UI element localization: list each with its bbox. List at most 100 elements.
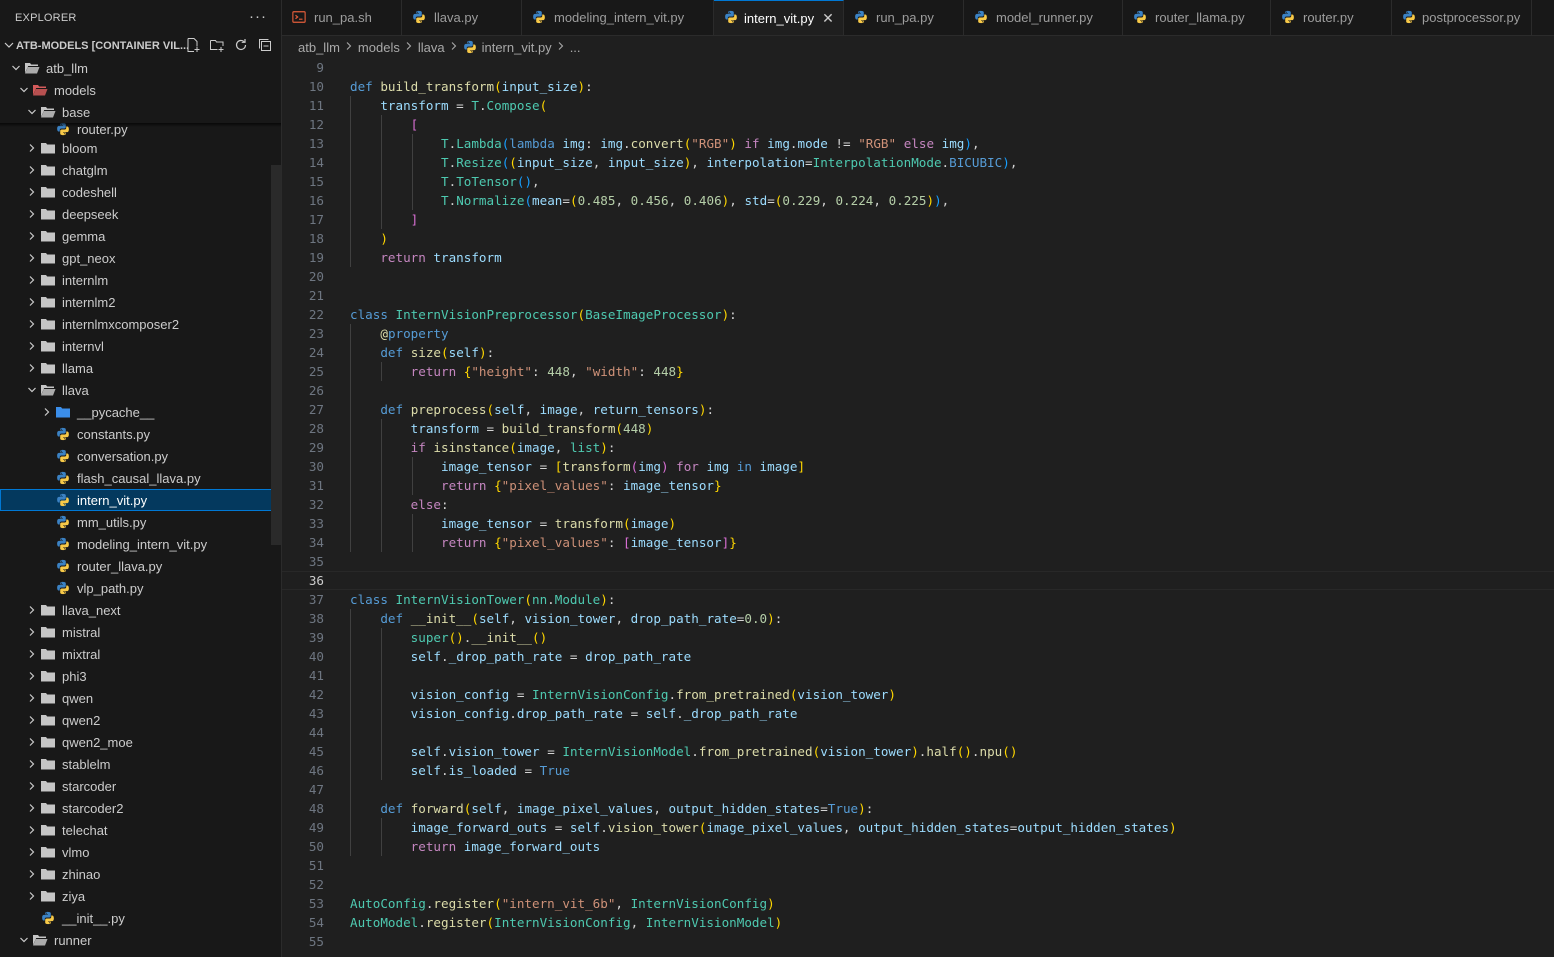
code-line[interactable]: 39 super().__init__() [282,628,1554,647]
folder-item-qwen[interactable]: qwen [0,687,281,709]
code-line[interactable]: 47 [282,780,1554,799]
sidebar-scrollbar[interactable] [271,165,281,545]
tab-run-pa-py[interactable]: run_pa.py [844,0,964,35]
folder-item-internlm2[interactable]: internlm2 [0,291,281,313]
file-item-intern-vit-py[interactable]: intern_vit.py [0,489,281,511]
chevron-down-icon[interactable] [16,932,32,948]
code-line[interactable]: 35 [282,552,1554,571]
chevron-right-icon[interactable] [24,756,40,772]
chevron-right-icon[interactable] [24,272,40,288]
chevron-right-icon[interactable] [24,206,40,222]
file-item-constants-py[interactable]: constants.py [0,423,281,445]
code-line[interactable]: 17 ] [282,210,1554,229]
chevron-right-icon[interactable] [24,602,40,618]
new-file-icon[interactable] [185,37,201,53]
code-line[interactable]: 53 AutoConfig.register("intern_vit_6b", I… [282,894,1554,913]
code-line[interactable]: 18 ) [282,229,1554,248]
tab-intern-vit-py[interactable]: intern_vit.py ✕ [714,0,844,35]
chevron-down-icon[interactable] [16,82,32,98]
code-line[interactable]: 48 def forward(self, image_pixel_values,… [282,799,1554,818]
breadcrumb-item[interactable]: ... [570,40,581,55]
folder-item-starcoder[interactable]: starcoder [0,775,281,797]
chevron-down-icon[interactable] [24,104,40,120]
folder-item-vlmo[interactable]: vlmo [0,841,281,863]
chevron-right-icon[interactable] [24,712,40,728]
breadcrumb-item[interactable]: intern_vit.py [482,40,552,55]
file-item-mm-utils-py[interactable]: mm_utils.py [0,511,281,533]
code-line[interactable]: 26 [282,381,1554,400]
chevron-right-icon[interactable] [24,228,40,244]
code-line[interactable]: 50 return image_forward_outs [282,837,1554,856]
close-icon[interactable]: ✕ [822,10,834,27]
code-line[interactable]: 52 [282,875,1554,894]
folder-item-llava[interactable]: llava [0,379,281,401]
new-folder-icon[interactable] [209,37,225,53]
code-line[interactable]: 55 [282,932,1554,951]
code-line[interactable]: 51 [282,856,1554,875]
folder-item-internvl[interactable]: internvl [0,335,281,357]
code-line[interactable]: 31 return {"pixel_values": image_tensor} [282,476,1554,495]
folder-item-mistral[interactable]: mistral [0,621,281,643]
code-line[interactable]: 30 image_tensor = [transform(img) for im… [282,457,1554,476]
chevron-right-icon[interactable] [24,822,40,838]
code-line[interactable]: 37 class InternVisionTower(nn.Module): [282,590,1554,609]
folder-item-base[interactable]: base [0,101,281,123]
code-line[interactable]: 11 transform = T.Compose( [282,96,1554,115]
code-line[interactable]: 33 image_tensor = transform(image) [282,514,1554,533]
chevron-right-icon[interactable] [24,360,40,376]
chevron-right-icon[interactable] [24,162,40,178]
code-editor[interactable]: 9 10 def build_transform(input_size): 11 tr… [282,58,1554,957]
chevron-right-icon[interactable] [24,690,40,706]
code-line[interactable]: 42 vision_config = InternVisionConfig.fr… [282,685,1554,704]
chevron-right-icon[interactable] [24,888,40,904]
file-item-router-llava-py[interactable]: router_llava.py [0,555,281,577]
folder-item-telechat[interactable]: telechat [0,819,281,841]
folder-item-mixtral[interactable]: mixtral [0,643,281,665]
folder-item-phi3[interactable]: phi3 [0,665,281,687]
folder-item-deepseek[interactable]: deepseek [0,203,281,225]
code-line[interactable]: 43 vision_config.drop_path_rate = self._… [282,704,1554,723]
chevron-down-icon[interactable] [8,60,24,76]
code-line[interactable]: 14 T.Resize((input_size, input_size), in… [282,153,1554,172]
folder-item-qwen2[interactable]: qwen2 [0,709,281,731]
chevron-right-icon[interactable] [24,866,40,882]
tab-run-pa-sh[interactable]: run_pa.sh [282,0,402,35]
file-item-conversation-py[interactable]: conversation.py [0,445,281,467]
code-line[interactable]: 45 self.vision_tower = InternVisionModel… [282,742,1554,761]
folder-item-llama[interactable]: llama [0,357,281,379]
code-line[interactable]: 21 [282,286,1554,305]
folder-item-chatglm[interactable]: chatglm [0,159,281,181]
tab-llava-py[interactable]: llava.py [402,0,522,35]
folder-item-stablelm[interactable]: stablelm [0,753,281,775]
chevron-right-icon[interactable] [24,316,40,332]
folder-item-ziya[interactable]: ziya [0,885,281,907]
folder-item-llava-next[interactable]: llava_next [0,599,281,621]
chevron-right-icon[interactable] [24,668,40,684]
code-line[interactable]: 44 [282,723,1554,742]
folder-item-internlmxcomposer2[interactable]: internlmxcomposer2 [0,313,281,335]
code-line[interactable]: 29 if isinstance(image, list): [282,438,1554,457]
code-line[interactable]: 40 self._drop_path_rate = drop_path_rate [282,647,1554,666]
code-line[interactable]: 38 def __init__(self, vision_tower, drop… [282,609,1554,628]
chevron-right-icon[interactable] [24,184,40,200]
code-line[interactable]: 9 [282,58,1554,77]
code-line[interactable]: 23 @property [282,324,1554,343]
chevron-right-icon[interactable] [24,800,40,816]
file-item-vlp-path-py[interactable]: vlp_path.py [0,577,281,599]
code-line[interactable]: 49 image_forward_outs = self.vision_towe… [282,818,1554,837]
folder-item-zhinao[interactable]: zhinao [0,863,281,885]
chevron-down-icon[interactable] [1,40,16,53]
folder-item-qwen2-moe[interactable]: qwen2_moe [0,731,281,753]
folder-item-atb-llm[interactable]: atb_llm [0,57,281,79]
code-line[interactable]: 16 T.Normalize(mean=(0.485, 0.456, 0.406… [282,191,1554,210]
code-line[interactable]: 25 return {"height": 448, "width": 448} [282,362,1554,381]
tab-modeling-intern-vit-py[interactable]: modeling_intern_vit.py [522,0,714,35]
chevron-right-icon[interactable] [39,404,55,420]
code-line[interactable]: 15 T.ToTensor(), [282,172,1554,191]
breadcrumb-item[interactable]: llava [418,40,445,55]
folder-item-bloom[interactable]: bloom [0,137,281,159]
chevron-right-icon[interactable] [24,250,40,266]
chevron-right-icon[interactable] [24,140,40,156]
tab-postprocessor-py[interactable]: postprocessor.py [1392,0,1532,35]
code-line[interactable]: 54 AutoModel.register(InternVisionConfig,… [282,913,1554,932]
